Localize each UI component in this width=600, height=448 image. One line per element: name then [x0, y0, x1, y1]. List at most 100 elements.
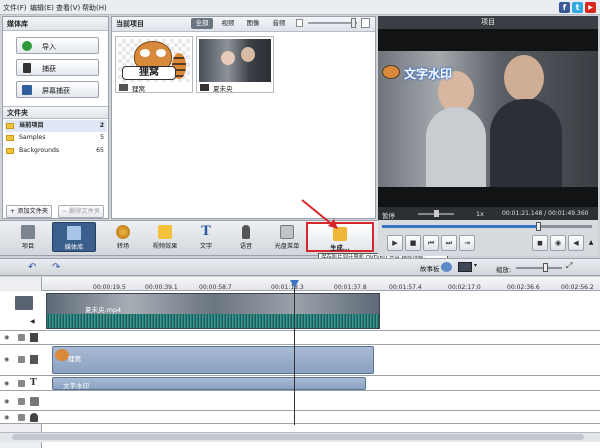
folder-backgrounds[interactable]: Backgrounds 65	[5, 145, 107, 157]
clapper-icon	[21, 225, 35, 239]
storyboard-toggle[interactable]: 故事板	[420, 263, 440, 273]
screen-capture-label: 屏幕捕获	[42, 87, 70, 95]
chevron-up-icon[interactable]: ▲	[587, 235, 595, 251]
next-frame-button[interactable]: ⏭	[441, 235, 457, 251]
stop-button[interactable]: ■	[405, 235, 421, 251]
filter-all-tab[interactable]: 全部	[191, 18, 213, 29]
microphone-icon	[30, 413, 38, 422]
folder-samples[interactable]: Samples 5	[5, 132, 107, 144]
preview-title: 项目	[378, 16, 598, 29]
monitor-icon	[22, 85, 32, 95]
split-button[interactable]: ◼	[532, 235, 548, 251]
text-clip[interactable]: 文字水印	[52, 377, 366, 390]
text-t-icon: T	[201, 224, 211, 239]
ruler-label: 00:00:39.1	[145, 284, 178, 291]
facebook-icon[interactable]: f	[559, 2, 570, 13]
lock-icon[interactable]	[18, 414, 25, 421]
lock-icon[interactable]	[18, 380, 25, 387]
zoom-slider-handle[interactable]	[543, 263, 548, 272]
ruler-label: 00:00:58.7	[199, 284, 232, 291]
fx-icon	[158, 225, 172, 239]
voice-tool-button[interactable]: 语音	[226, 222, 266, 252]
folder-icon	[6, 123, 14, 129]
twitter-icon[interactable]: t	[572, 2, 583, 13]
thumb-size-large-icon[interactable]	[361, 18, 370, 28]
play-button[interactable]: ▶	[387, 235, 403, 251]
video-clip[interactable]: 夏未央.mp4	[46, 293, 380, 329]
seek-area	[378, 220, 598, 232]
eye-icon[interactable]: ◉	[4, 356, 12, 363]
aspect-monitor-icon[interactable]	[458, 262, 472, 272]
fullscreen-toggle-button[interactable]: ⇥	[459, 235, 475, 251]
project-tool-button[interactable]: 项目	[8, 222, 48, 252]
seek-handle[interactable]	[536, 222, 541, 231]
thumb-size-small-icon[interactable]	[296, 19, 303, 27]
delete-folder-button[interactable]: − 删除文件夹	[58, 205, 105, 218]
text-tool-button[interactable]: T 文字	[186, 222, 226, 252]
filter-audio-tab[interactable]: 音频	[268, 18, 290, 29]
speaker-icon[interactable]: ◀	[30, 318, 38, 325]
filter-video-tab[interactable]: 视频	[217, 18, 239, 29]
overlay-track-header-row	[0, 331, 600, 345]
folder-icon	[6, 148, 14, 154]
snapshot-button[interactable]: ◉	[550, 235, 566, 251]
import-button[interactable]: 导入	[16, 37, 99, 54]
person-icon[interactable]	[441, 262, 452, 272]
preview-status-bar: 暂停 1x 00:01:21.148 / 00:01:49.360	[378, 207, 598, 220]
folder-current-project[interactable]: 当前项目 2	[5, 120, 107, 132]
capture-label: 捕获	[42, 65, 56, 73]
timeline-scrollbar-thumb[interactable]	[12, 434, 584, 440]
transitions-tool-button[interactable]: 转场	[103, 222, 143, 252]
lock-icon[interactable]	[18, 356, 25, 363]
menu-view[interactable]: 查看(V)	[56, 3, 80, 13]
preview-screen: 文字水印	[378, 29, 598, 207]
media-item-xiaweiyang[interactable]: 夏未央	[196, 36, 274, 93]
menu-edit[interactable]: 编辑(E)	[30, 3, 54, 13]
eye-icon[interactable]: ◉	[4, 380, 12, 387]
eye-icon[interactable]: ◉	[4, 414, 12, 421]
lock-icon[interactable]	[18, 334, 25, 341]
image-track-icon	[30, 355, 38, 364]
video-track-icon	[15, 296, 33, 310]
menu-file[interactable]: 文件(F)	[3, 3, 27, 13]
filter-image-tab[interactable]: 图像	[242, 18, 264, 29]
thumb-size-slider-handle[interactable]	[351, 18, 356, 28]
lock-icon[interactable]	[18, 398, 25, 405]
prev-frame-button[interactable]: ⏮	[423, 235, 439, 251]
chevron-down-icon[interactable]: ▾	[474, 262, 477, 269]
playhead[interactable]	[294, 280, 295, 425]
media-item-name: 狸窝	[132, 85, 145, 93]
watermark-text: 文字水印	[404, 67, 453, 81]
redo-icon[interactable]: ↷	[52, 262, 64, 273]
image-clip[interactable]: 狸窝	[52, 346, 374, 374]
undo-icon[interactable]: ↶	[28, 262, 40, 273]
speed-slider-handle[interactable]	[434, 210, 439, 217]
menu-bar: 文件(F) 编辑(E) 查看(V) 帮助(H) f t ▶	[0, 0, 600, 15]
zoom-label: 缩放:	[496, 266, 512, 274]
fox-mascot-icon	[55, 349, 69, 361]
media-item-liwo[interactable]: 狸窝 狸窝	[115, 36, 193, 93]
eye-icon[interactable]: ◉	[4, 398, 12, 405]
zoom-slider[interactable]	[516, 267, 562, 269]
zoom-fit-icon[interactable]: ⤢	[566, 261, 576, 272]
transition-icon	[116, 225, 130, 239]
add-folder-button[interactable]: + 添加文件夹	[6, 205, 53, 218]
image-type-icon	[119, 84, 128, 91]
eye-icon[interactable]: ◉	[4, 334, 12, 341]
media-library-tool-button[interactable]: 媒体库	[52, 222, 96, 252]
thumb-size-slider[interactable]	[308, 22, 357, 24]
preview-video-frame: 文字水印	[378, 51, 598, 187]
screen-capture-button[interactable]: 屏幕捕获	[16, 81, 99, 98]
capture-button[interactable]: 捕获	[16, 59, 99, 76]
effect-track	[0, 391, 600, 411]
menu-help[interactable]: 帮助(H)	[82, 3, 107, 13]
ruler-label: 00:01:18.3	[271, 284, 304, 291]
volume-button[interactable]: ◀	[568, 235, 584, 251]
time-display: 00:01:21.148 / 00:01:49.360	[502, 210, 589, 217]
video-effects-tool-button[interactable]: 视频效果	[143, 222, 187, 252]
youtube-icon[interactable]: ▶	[585, 2, 596, 13]
library-panel: 媒体库 导入 捕获 屏幕捕获 文件夹 当前项目 2 Samples 5 Back…	[2, 16, 109, 219]
liwo-image: 狸窝	[118, 39, 190, 82]
folders-title: 文件夹	[3, 106, 108, 119]
seek-progress	[382, 225, 538, 228]
